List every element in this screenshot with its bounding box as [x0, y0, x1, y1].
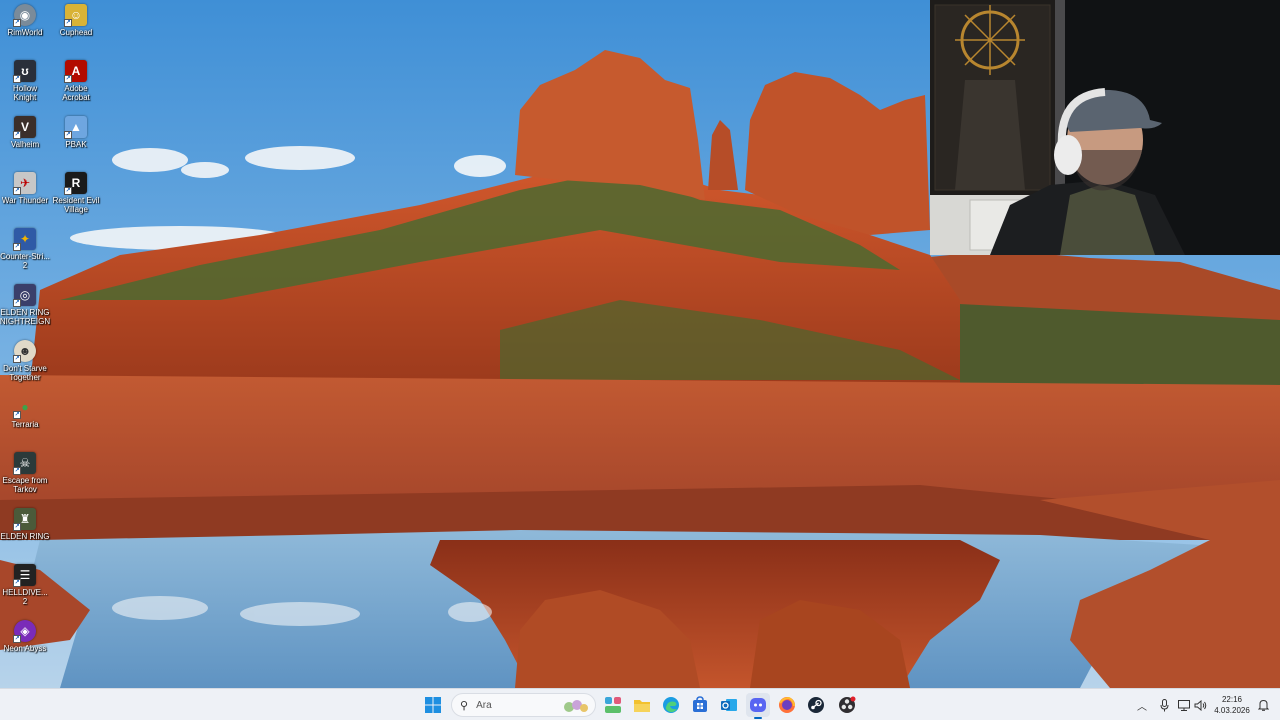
show-hidden-icons-button[interactable]: ︿ [1135, 697, 1149, 713]
tarkov-icon: ☠ ↗ [13, 452, 36, 475]
desktop-icon-label: HELLDIVE... 2 [2, 588, 48, 606]
notification-bell-icon [1257, 699, 1269, 711]
cuphead-icon: ☺ ↗ [64, 4, 87, 27]
desktop-icon-elden-ring-nightreign[interactable]: ◎ ↗ ELDEN RING NIGHTREIGN [0, 284, 50, 326]
helldivers-icon: ☰ ↗ [13, 564, 36, 587]
search-highlight-icon [564, 700, 588, 712]
firefox-icon [779, 696, 795, 713]
webcam-overlay [930, 0, 1280, 255]
obs-icon [839, 696, 856, 713]
outlook-icon [721, 699, 737, 711]
taskbar-clock[interactable]: 22:16 4.03.2026 [1212, 694, 1252, 716]
desktop-icon-helldivers-2[interactable]: ☰ ↗ HELLDIVE... 2 [0, 564, 50, 606]
desktop-icon-label: Cuphead [59, 28, 93, 37]
discord-icon [750, 698, 766, 712]
elden-ring-nightreign-icon: ◎ ↗ [13, 284, 36, 307]
store-icon [693, 696, 707, 712]
desktop-icon-label: Adobe Acrobat [62, 84, 90, 102]
desktop-icon-cuphead[interactable]: ☺ ↗ Cuphead [51, 4, 101, 37]
desktop-icon-label: Escape from Tarkov [2, 476, 48, 494]
widgets-icon [605, 697, 621, 713]
desktop-icon-terraria[interactable]: ● ↗ Terraria [0, 396, 50, 429]
taskbar-store[interactable] [688, 693, 712, 717]
desktop-icon-adobe-acrobat[interactable]: A ↗ Adobe Acrobat [51, 60, 101, 102]
tray-network[interactable] [1177, 697, 1191, 713]
taskbar-obs[interactable] [835, 693, 859, 717]
taskbar-steam[interactable] [804, 693, 828, 717]
tray-microphone[interactable] [1157, 697, 1171, 713]
desktop-icon-label: Counter-Stri... 2 [0, 252, 50, 270]
desktop-icon-label: Valheim [10, 140, 40, 149]
desktop-icon-label: RimWorld [7, 28, 43, 37]
taskbar-file-explorer[interactable] [630, 693, 654, 717]
desktop-icon-label: War Thunder [1, 196, 49, 205]
desktop-icon-label: Terraria [11, 420, 39, 429]
clock-time: 22:16 [1221, 695, 1243, 704]
microphone-icon [1160, 698, 1168, 711]
desktop-icon-escape-from-tarkov[interactable]: ☠ ↗ Escape from Tarkov [0, 452, 50, 494]
desktop-icon-pbak[interactable]: ▲ ↗ PBAK [51, 116, 101, 149]
desktop-icon-label: ELDEN RING NIGHTREIGN [0, 308, 51, 326]
chevron-up-icon: ︿ [1137, 701, 1147, 713]
counter-strike-icon: ✦ ↗ [13, 228, 36, 251]
taskbar-widgets[interactable] [601, 693, 625, 717]
terraria-icon: ● ↗ [13, 400, 29, 419]
desktop-icon-label: ELDEN RING [0, 532, 50, 541]
desktop-icon-label: Hollow Knight [12, 84, 37, 102]
webcam-feed [930, 0, 1280, 255]
pbak-icon: ▲ ↗ [64, 116, 87, 139]
desktop-icon-neon-abyss[interactable]: ◈ ↗ Neon Abyss [0, 620, 50, 653]
desktop-icon-elden-ring[interactable]: ♜ ↗ ELDEN RING [0, 508, 50, 541]
taskbar-discord[interactable] [746, 693, 770, 719]
taskbar-outlook[interactable] [717, 693, 741, 717]
folder-icon [634, 700, 650, 712]
desktop-icon-hollow-knight[interactable]: ʊ ↗ Hollow Knight [0, 60, 50, 102]
neon-abyss-icon: ◈ ↗ [13, 620, 36, 643]
desktop-icon-dont-starve-together[interactable]: ☻ ↗ Don't Starve Together [0, 340, 50, 382]
notification-center-button[interactable] [1256, 697, 1270, 713]
dont-starve-icon: ☻ ↗ [13, 340, 36, 363]
elden-ring-icon: ♜ ↗ [13, 508, 36, 531]
desktop-icon-war-thunder[interactable]: ✈ ↗ War Thunder [0, 172, 50, 205]
desktop-icon-label: PBAK [65, 140, 87, 149]
resident-evil-icon: R ↗ [64, 172, 87, 195]
search-icon: ⚲ [460, 699, 469, 712]
acrobat-icon: A ↗ [64, 60, 87, 83]
taskbar-search-box[interactable]: ⚲ Ara [451, 693, 596, 717]
network-icon [1178, 699, 1190, 711]
desktop-icon-rimworld[interactable]: ◉ ↗ RimWorld [0, 4, 50, 37]
steam-icon [808, 697, 824, 713]
taskbar-firefox[interactable] [775, 693, 799, 717]
hollow-knight-icon: ʊ ↗ [13, 60, 36, 83]
tray-volume[interactable] [1193, 697, 1207, 713]
desktop-icon-valheim[interactable]: V ↗ Valheim [0, 116, 50, 149]
desktop-icon-counter-strike-2[interactable]: ✦ ↗ Counter-Stri... 2 [0, 228, 50, 270]
volume-icon [1194, 699, 1206, 711]
search-placeholder: Ara [476, 699, 492, 711]
edge-icon [663, 697, 679, 713]
valheim-icon: V ↗ [13, 116, 36, 139]
rimworld-icon: ◉ ↗ [13, 4, 36, 27]
taskbar-edge[interactable] [659, 693, 683, 717]
war-thunder-icon: ✈ ↗ [13, 172, 36, 195]
desktop-icon-resident-evil-village[interactable]: R ↗ Resident Evil Village [51, 172, 101, 214]
clock-date: 4.03.2026 [1214, 706, 1250, 715]
desktop-icon-label: Neon Abyss [3, 644, 47, 653]
taskbar: ⚲ Ara ︿ 22:16 4.03.2026 [0, 688, 1280, 720]
windows-start-icon [425, 697, 441, 713]
desktop-icon-label: Resident Evil Village [52, 196, 100, 214]
start-button[interactable] [421, 693, 445, 717]
desktop-icon-label: Don't Starve Together [3, 364, 47, 382]
